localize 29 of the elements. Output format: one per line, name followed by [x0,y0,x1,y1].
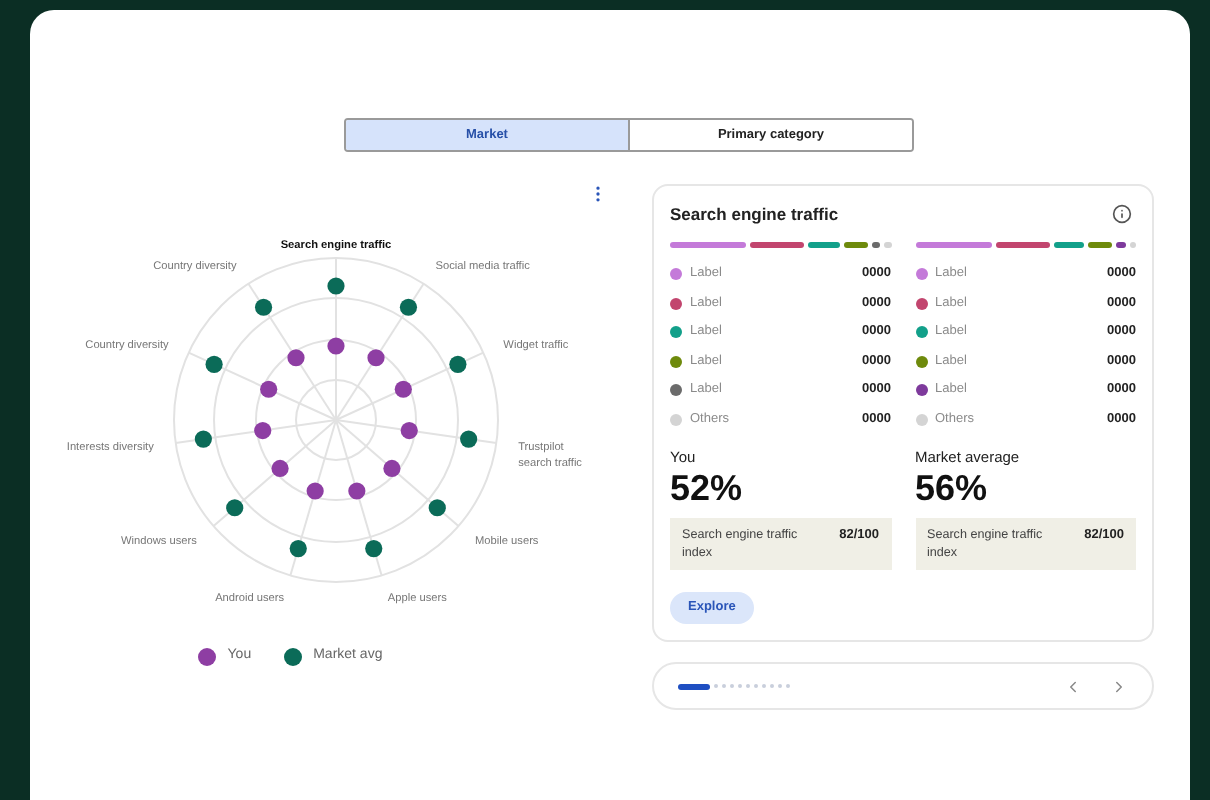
market-avg-dot [428,499,446,517]
card-title: Search engine traffic [670,201,839,227]
market-avg-dot [327,277,345,295]
you-dot [287,349,305,367]
market-avg-dot [194,430,212,448]
info-icon[interactable] [1112,204,1132,224]
market-avg-dot [365,539,383,558]
previous-icon[interactable] [1064,677,1082,696]
you-dot [394,380,412,398]
page-indicator[interactable] [678,683,710,690]
market-avg-dot [399,298,418,316]
market-avg-dot [205,355,223,373]
you-dot [306,482,324,500]
market-avg-dot [449,355,467,373]
you-dot [271,459,289,478]
next-icon[interactable] [1110,677,1128,696]
you-dot [383,459,401,478]
market-avg-dot [460,430,478,448]
you-dot [367,349,385,367]
you-dot [327,337,345,355]
market-avg-dot [289,539,307,558]
you-dot [348,482,366,500]
market-avg-dot [226,499,244,517]
percent-value: 56% [915,468,990,509]
percent-value: 52% [670,468,745,509]
you-dot [260,380,278,398]
you-dot [254,421,272,440]
you-dot [400,421,418,440]
market-avg-dot [254,298,273,316]
